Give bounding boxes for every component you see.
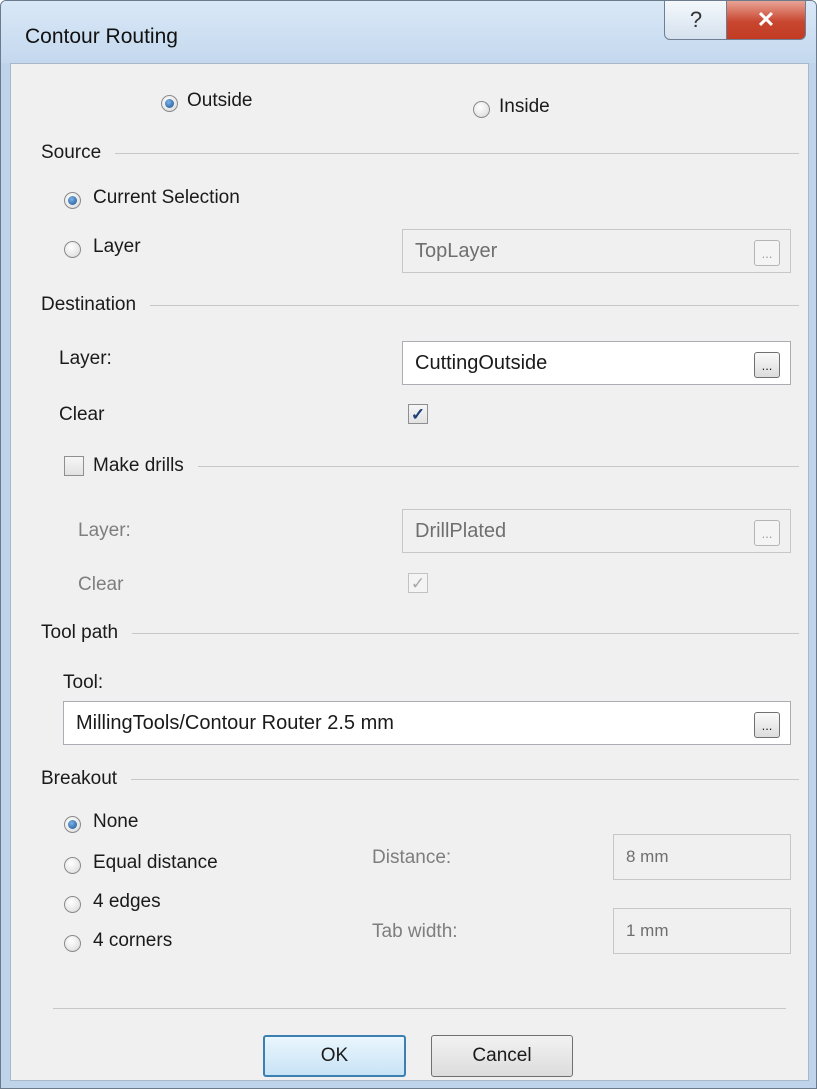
source-layer-radio[interactable] [64,241,81,258]
close-button[interactable]: ✕ [726,1,806,40]
make-drills-section: Make drills [93,453,799,479]
inside-label[interactable]: Inside [499,96,550,118]
destination-clear-label: Clear [59,404,105,425]
ok-button[interactable]: OK [263,1035,406,1077]
toolpath-heading: Tool path [41,622,119,643]
breakout-4-edges-label[interactable]: 4 edges [93,891,161,913]
destination-layer-value: CuttingOutside [415,351,548,374]
drills-layer-value: DrillPlated [415,519,507,542]
toolpath-section: Tool path [41,620,799,646]
cancel-button[interactable]: Cancel [431,1035,573,1077]
drills-clear-checkbox: ✓ [408,573,428,593]
source-layer-value: TopLayer [415,239,498,262]
drills-clear-label: Clear [78,574,124,595]
contour-routing-dialog: Contour Routing ? ✕ Outside Inside Sourc… [0,0,817,1089]
current-selection-label[interactable]: Current Selection [93,187,240,209]
distance-field: 8 mm [613,834,791,880]
make-drills-label[interactable]: Make drills [93,455,184,477]
tab-width-field: 1 mm [613,908,791,954]
destination-layer-browse-button[interactable]: ... [754,352,780,378]
destination-clear-checkbox[interactable]: ✓ [408,404,428,424]
outside-label[interactable]: Outside [187,90,252,112]
destination-layer-label: Layer: [59,348,112,369]
help-icon: ? [689,7,703,32]
footer-divider [53,1008,786,1009]
distance-value: 8 mm [626,847,669,866]
destination-divider [150,304,799,306]
help-button[interactable]: ? [664,1,728,40]
breakout-equal-distance-radio[interactable] [64,857,81,874]
tab-width-value: 1 mm [626,921,669,940]
dialog-body: Outside Inside Source Current Selection … [10,63,809,1081]
destination-section: Destination [41,292,799,318]
source-layer-label[interactable]: Layer [93,236,141,258]
make-drills-divider [197,465,799,467]
close-icon: ✕ [756,7,776,32]
breakout-4-corners-label[interactable]: 4 corners [93,930,172,952]
breakout-heading: Breakout [41,768,118,789]
source-layer-field: TopLayer [402,229,791,273]
title-bar[interactable]: Contour Routing ? ✕ [1,1,816,63]
tab-width-label: Tab width: [372,921,458,942]
source-divider [115,152,799,154]
source-layer-browse-button: ... [754,240,780,266]
tool-label: Tool: [63,672,104,693]
inside-radio[interactable] [473,101,490,118]
toolpath-divider [132,632,799,634]
destination-heading: Destination [41,294,137,315]
source-heading: Source [41,142,102,163]
destination-layer-field[interactable]: CuttingOutside [402,341,791,385]
breakout-equal-distance-label[interactable]: Equal distance [93,852,218,874]
breakout-none-radio[interactable] [64,816,81,833]
breakout-section: Breakout [41,766,799,792]
make-drills-checkbox[interactable] [64,456,84,476]
tool-browse-button[interactable]: ... [754,712,780,738]
tool-value: MillingTools/Contour Router 2.5 mm [76,711,394,734]
current-selection-radio[interactable] [64,192,81,209]
breakout-4-corners-radio[interactable] [64,935,81,952]
tool-field[interactable]: MillingTools/Contour Router 2.5 mm [63,701,791,745]
breakout-divider [131,778,799,780]
breakout-none-label[interactable]: None [93,811,138,833]
drills-layer-browse-button: ... [754,520,780,546]
drills-layer-label: Layer: [78,520,131,541]
outside-radio[interactable] [161,95,178,112]
source-section: Source [41,140,799,166]
distance-label: Distance: [372,847,452,868]
breakout-4-edges-radio[interactable] [64,896,81,913]
dialog-title: Contour Routing [25,25,178,48]
drills-layer-field: DrillPlated [402,509,791,553]
